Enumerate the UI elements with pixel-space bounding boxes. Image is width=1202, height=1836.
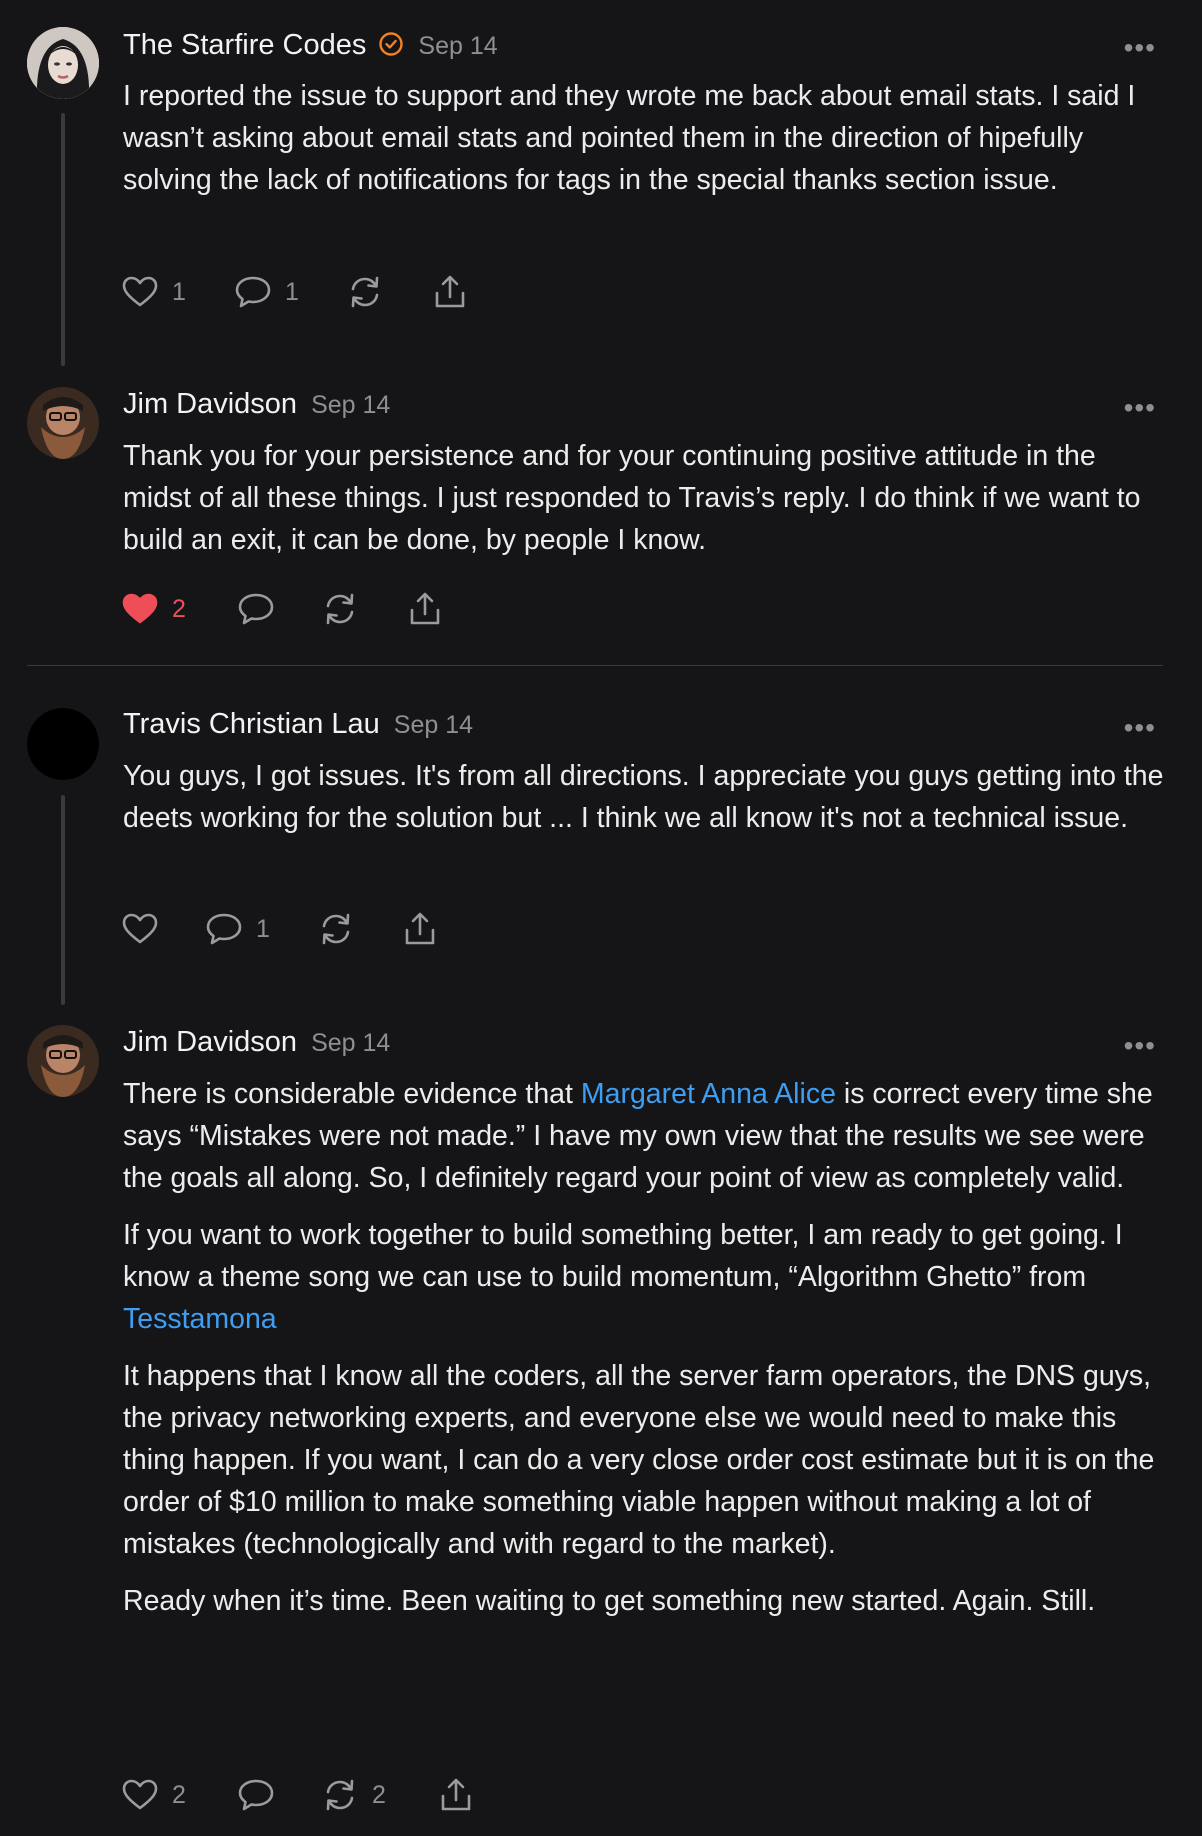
comment-body: Thank you for your persistence and for y… [123, 435, 1165, 576]
restack-icon [351, 276, 379, 308]
reply-button[interactable]: 1 [204, 907, 270, 951]
comment-header: Travis Christian Lau Sep 14 [123, 708, 473, 741]
comment-body: I reported the issue to support and they… [123, 75, 1165, 216]
share-button[interactable] [400, 907, 440, 951]
heart-icon [122, 1779, 158, 1810]
reply-count: 1 [285, 277, 299, 306]
mention-link[interactable]: Margaret Anna Alice [581, 1078, 836, 1110]
avatar[interactable] [27, 387, 99, 459]
comment-paragraph: I reported the issue to support and they… [123, 80, 1136, 196]
paragraph-text: There is considerable evidence that [123, 1078, 581, 1110]
avatar[interactable] [27, 708, 99, 780]
comment-icon [235, 276, 271, 308]
restack-icon [322, 913, 350, 945]
restack-button[interactable] [320, 587, 360, 631]
thread-line [61, 795, 65, 1005]
mention-link[interactable]: Tesstamona [123, 1303, 277, 1335]
comment-paragraph: There is considerable evidence that Marg… [123, 1073, 1165, 1199]
like-count: 1 [172, 277, 186, 306]
more-options-button[interactable]: ••• [1124, 714, 1156, 742]
author-name[interactable]: The Starfire Codes [123, 29, 366, 62]
verified-badge-icon [378, 31, 404, 57]
author-name[interactable]: Jim Davidson [123, 388, 297, 421]
more-options-button[interactable]: ••• [1124, 394, 1156, 422]
like-button[interactable]: 2 [120, 1773, 186, 1817]
thread-line [61, 113, 65, 366]
reply-button[interactable]: 1 [233, 270, 299, 314]
heart-icon [122, 593, 158, 624]
share-icon [410, 592, 440, 625]
comment-header: Jim Davidson Sep 14 [123, 388, 390, 421]
more-options-button[interactable]: ••• [1124, 1032, 1156, 1060]
like-button[interactable]: 1 [120, 270, 186, 314]
share-button[interactable] [436, 1773, 476, 1817]
share-icon [405, 912, 435, 945]
share-button[interactable] [430, 270, 470, 314]
like-button[interactable] [120, 907, 160, 951]
comment-date[interactable]: Sep 14 [311, 1029, 390, 1058]
author-name[interactable]: Jim Davidson [123, 1026, 297, 1059]
restack-count: 2 [372, 1780, 386, 1809]
comment-icon [238, 1779, 274, 1811]
restack-button[interactable] [316, 907, 356, 951]
comment-icon [206, 913, 242, 945]
avatar[interactable] [27, 1025, 99, 1097]
paragraph-text: If you want to work together to build so… [123, 1219, 1123, 1293]
comment-paragraph: Thank you for your persistence and for y… [123, 440, 1141, 556]
thread-divider [27, 665, 1163, 666]
comment-body: You guys, I got issues. It's from all di… [123, 755, 1165, 854]
more-options-button[interactable]: ••• [1124, 34, 1156, 62]
comment-date[interactable]: Sep 14 [311, 391, 390, 420]
reply-button[interactable] [236, 1773, 276, 1817]
comment-body: There is considerable evidence that Marg… [123, 1073, 1165, 1637]
heart-icon [122, 913, 158, 944]
comment-paragraph: Ready when it’s time. Been waiting to ge… [123, 1585, 1096, 1617]
share-icon [441, 1778, 471, 1811]
share-icon [435, 275, 465, 308]
restack-icon [326, 593, 354, 625]
comment-date[interactable]: Sep 14 [394, 711, 473, 740]
share-button[interactable] [405, 587, 445, 631]
restack-button[interactable] [345, 270, 385, 314]
like-count: 2 [172, 1780, 186, 1809]
comment-paragraph: It happens that I know all the coders, a… [123, 1360, 1155, 1560]
restack-button[interactable]: 2 [320, 1773, 386, 1817]
comment-date[interactable]: Sep 14 [418, 32, 497, 61]
comment-paragraph: If you want to work together to build so… [123, 1214, 1165, 1340]
like-count: 2 [172, 594, 186, 623]
comment-paragraph: You guys, I got issues. It's from all di… [123, 760, 1164, 834]
comment-header: Jim Davidson Sep 14 [123, 1026, 390, 1059]
comment-thread: The Starfire Codes Sep 14 ••• I reported… [0, 0, 1202, 1836]
avatar[interactable] [27, 27, 99, 99]
reply-count: 1 [256, 914, 270, 943]
heart-icon [122, 276, 158, 307]
comment-icon [238, 593, 274, 625]
like-button[interactable]: 2 [120, 587, 186, 631]
comment-header: The Starfire Codes Sep 14 [123, 28, 498, 62]
restack-icon [326, 1779, 354, 1811]
reply-button[interactable] [236, 587, 276, 631]
author-name[interactable]: Travis Christian Lau [123, 708, 380, 741]
